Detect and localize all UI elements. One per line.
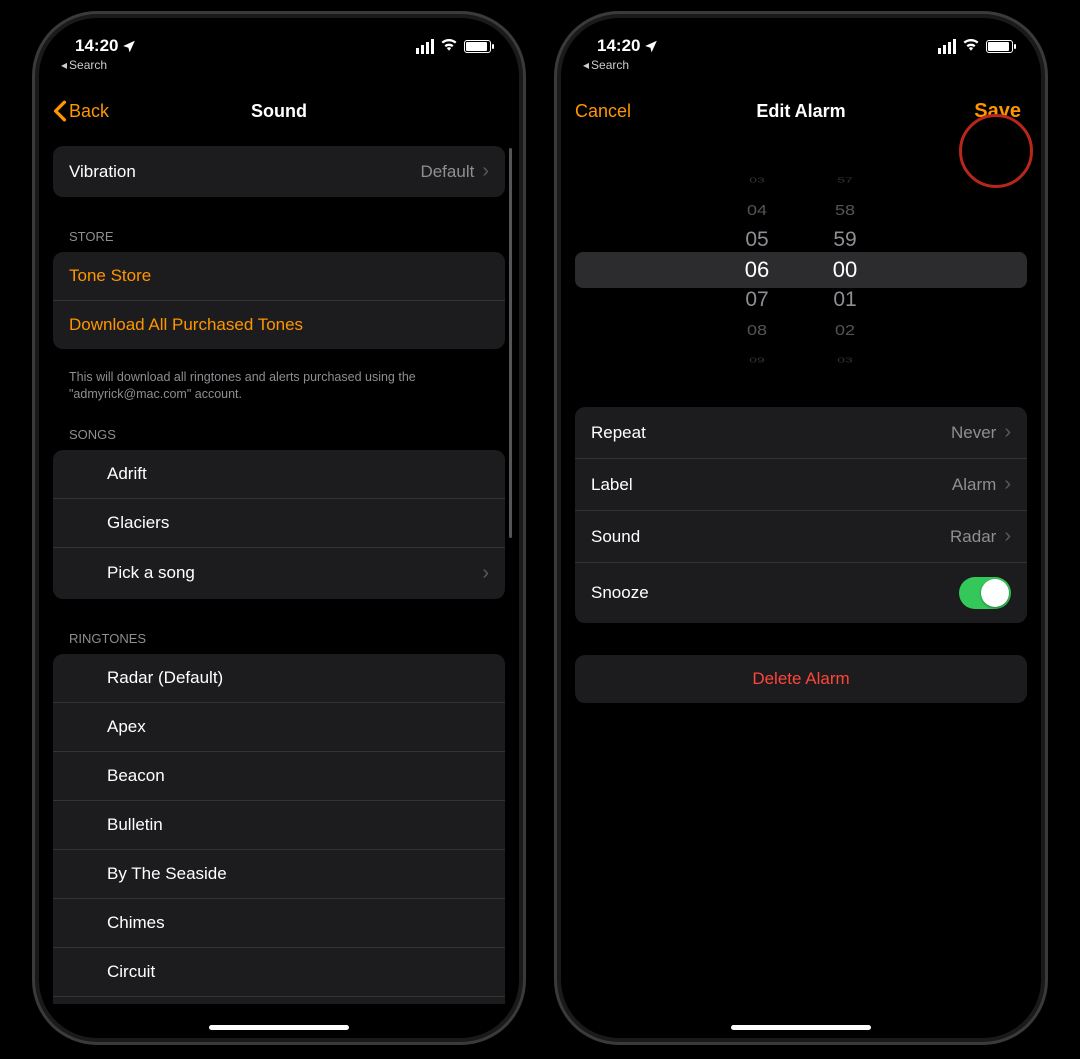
minute-column[interactable]: 57 58 59 00 01 02 03 [825, 165, 865, 375]
chevron-left-icon: ◂ [61, 58, 67, 72]
tone-store-cell[interactable]: Tone Store [53, 252, 505, 301]
pick-song-cell[interactable]: Pick a song › [53, 548, 505, 599]
ringtone-cell[interactable]: ✓Radar (Default) [53, 654, 505, 703]
page-title: Sound [39, 101, 519, 122]
breadcrumb[interactable]: ◂ Search [561, 56, 1041, 72]
ringtone-cell[interactable]: Circuit [53, 948, 505, 997]
home-indicator[interactable] [731, 1025, 871, 1030]
songs-header: SONGS [53, 407, 505, 450]
nav-bar: Back Sound [39, 72, 519, 134]
download-all-cell[interactable]: Download All Purchased Tones [53, 301, 505, 349]
nav-bar: Cancel Edit Alarm Save [561, 72, 1041, 135]
chevron-right-icon: › [482, 562, 489, 585]
ringtones-header: RINGTONES [53, 611, 505, 654]
phone-left: 14:20 ◂ Search Back Sound Vibration Defa… [39, 18, 519, 1038]
alarm-settings-group: Repeat Never› Label Alarm› Sound Radar› … [575, 407, 1027, 623]
snooze-toggle[interactable] [959, 577, 1011, 609]
chevron-right-icon: › [1004, 473, 1011, 496]
chevron-left-icon [53, 100, 67, 122]
store-footer: This will download all ringtones and ale… [53, 361, 505, 407]
battery-icon [986, 40, 1013, 53]
status-time: 14:20 [597, 36, 640, 56]
delete-alarm-button[interactable]: Delete Alarm [575, 655, 1027, 703]
page-title: Edit Alarm [561, 101, 1041, 122]
cancel-button[interactable]: Cancel [575, 101, 631, 122]
ringtone-cell[interactable]: Chimes [53, 899, 505, 948]
ringtone-cell[interactable]: Constellation [53, 997, 505, 1004]
location-icon [644, 39, 658, 53]
scrollbar[interactable] [509, 148, 512, 538]
song-cell[interactable]: Adrift [53, 450, 505, 499]
chevron-right-icon: › [1004, 525, 1011, 548]
chevron-left-icon: ◂ [583, 58, 589, 72]
notch [189, 18, 369, 48]
location-icon [122, 39, 136, 53]
chevron-right-icon: › [482, 160, 489, 183]
signal-icon [416, 39, 434, 54]
store-header: STORE [53, 209, 505, 252]
ringtone-cell[interactable]: Bulletin [53, 801, 505, 850]
sound-cell[interactable]: Sound Radar› [575, 511, 1027, 563]
vibration-group: Vibration Default› [53, 146, 505, 197]
chevron-right-icon: › [1004, 421, 1011, 444]
hour-column[interactable]: 03 04 05 06 07 08 09 [737, 165, 777, 375]
breadcrumb[interactable]: ◂ Search [39, 56, 519, 72]
ringtone-cell[interactable]: Apex [53, 703, 505, 752]
save-button[interactable]: Save [974, 100, 1021, 123]
songs-group: Adrift Glaciers Pick a song › [53, 450, 505, 599]
battery-icon [464, 40, 491, 53]
signal-icon [938, 39, 956, 54]
label-cell[interactable]: Label Alarm› [575, 459, 1027, 511]
ringtone-cell[interactable]: Beacon [53, 752, 505, 801]
status-time: 14:20 [75, 36, 118, 56]
home-indicator[interactable] [209, 1025, 349, 1030]
check-icon: ✓ [53, 665, 69, 690]
notch [711, 18, 891, 48]
ringtones-group: ✓Radar (Default) Apex Beacon Bulletin By… [53, 654, 505, 1004]
phone-right: 14:20 ◂ Search Cancel Edit Alarm Save 03… [561, 18, 1041, 1038]
back-button[interactable]: Back [53, 100, 109, 122]
vibration-cell[interactable]: Vibration Default› [53, 146, 505, 197]
time-picker[interactable]: 03 04 05 06 07 08 09 57 58 59 00 01 02 0… [575, 165, 1027, 375]
wifi-icon [962, 36, 980, 56]
delete-group: Delete Alarm [575, 655, 1027, 703]
repeat-cell[interactable]: Repeat Never› [575, 407, 1027, 459]
song-cell[interactable]: Glaciers [53, 499, 505, 548]
wifi-icon [440, 36, 458, 56]
store-group: Tone Store Download All Purchased Tones [53, 252, 505, 349]
snooze-cell: Snooze [575, 563, 1027, 623]
ringtone-cell[interactable]: By The Seaside [53, 850, 505, 899]
